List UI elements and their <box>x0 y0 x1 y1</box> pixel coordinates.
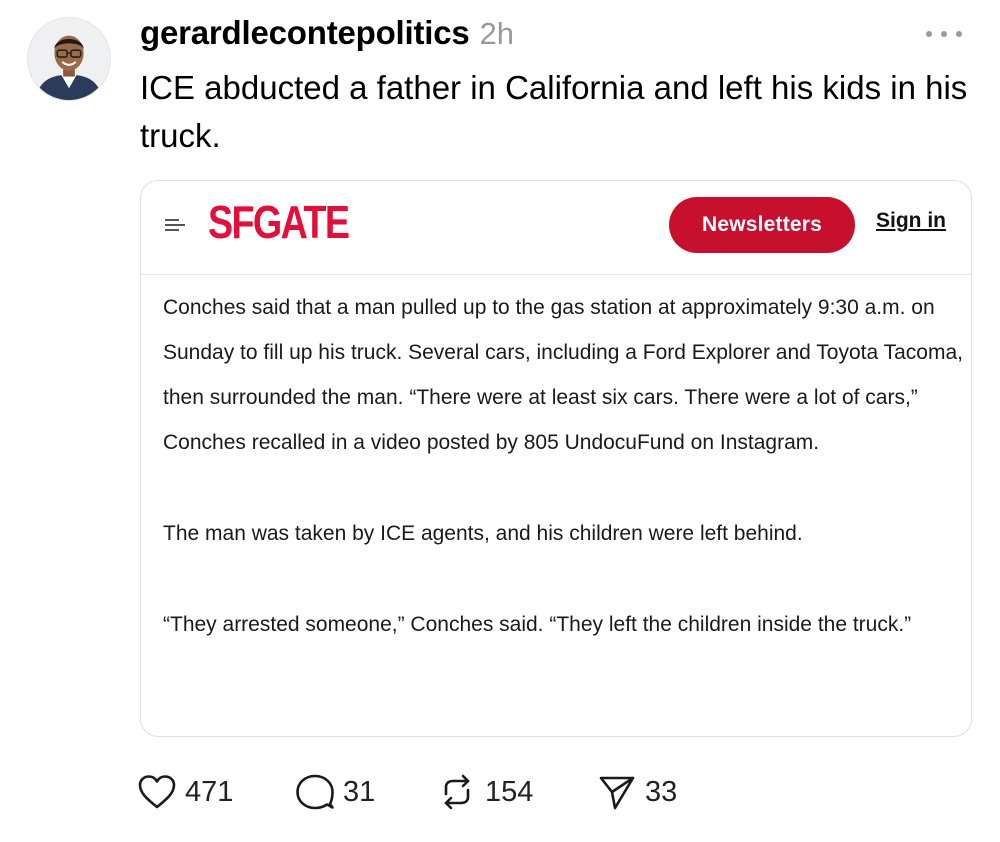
like-button[interactable]: 471 <box>137 774 295 810</box>
site-logo: SFGATE <box>208 196 350 248</box>
more-horizontal-icon[interactable] <box>922 22 966 46</box>
article-body: Conches said that a man pulled up to the… <box>163 285 963 647</box>
send-icon <box>599 776 635 810</box>
post-text: ICE abducted a father in California and … <box>140 69 968 154</box>
article-paragraph: Conches said that a man pulled up to the… <box>163 296 963 454</box>
embedded-image-card[interactable]: SFGATE Newsletters Sign in Conches said … <box>140 180 972 737</box>
site-header: SFGATE Newsletters Sign in <box>141 181 971 275</box>
avatar-photo <box>28 18 110 100</box>
reply-bubble-icon <box>296 774 334 810</box>
sign-in-link[interactable]: Sign in <box>876 209 946 233</box>
menu-icon[interactable] <box>165 219 187 237</box>
repost-button[interactable]: 154 <box>437 773 597 811</box>
heart-icon <box>138 775 176 809</box>
article-paragraph: “They arrested someone,” Conches said. “… <box>163 613 912 636</box>
avatar[interactable] <box>27 17 111 101</box>
action-bar: 471 31 154 33 <box>137 770 677 814</box>
username[interactable]: gerardlecontepolitics <box>140 14 470 52</box>
article-paragraph: The man was taken by ICE agents, and his… <box>163 522 803 545</box>
repost-count: 154 <box>485 775 534 808</box>
repost-icon <box>444 774 470 810</box>
reply-count: 31 <box>343 775 376 808</box>
reply-button[interactable]: 31 <box>295 773 437 811</box>
share-button[interactable]: 33 <box>597 773 677 811</box>
post-header: gerardlecontepolitics 2h <box>140 14 514 52</box>
like-count: 471 <box>185 775 234 808</box>
share-count: 33 <box>645 775 678 808</box>
timestamp: 2h <box>479 16 515 51</box>
newsletters-button[interactable]: Newsletters <box>669 197 855 253</box>
